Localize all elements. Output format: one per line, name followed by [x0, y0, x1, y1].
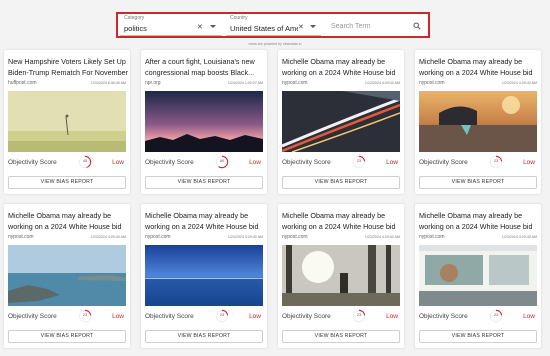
bias-level: Low: [523, 159, 535, 166]
news-date: 1/23/2024 4:29:40 AM: [364, 235, 400, 239]
search-input[interactable]: [331, 23, 411, 30]
view-bias-report-button[interactable]: VIEW BIAS REPORT: [8, 176, 126, 189]
view-bias-report-button[interactable]: VIEW BIAS REPORT: [145, 330, 263, 343]
news-card: Michelle Obama may already be working on…: [415, 50, 541, 194]
news-date: 1/24/2024 6:46:45 AM: [90, 81, 126, 85]
beach-sunset-photo: [419, 91, 537, 152]
news-date: 1/23/2024 4:29:40 AM: [501, 81, 537, 85]
category-label: Category: [124, 15, 145, 21]
news-date: 1/23/2024 4:29:40 AM: [90, 235, 126, 239]
category-select[interactable]: Category politics ✕: [120, 14, 222, 36]
score-value: 23: [493, 313, 499, 317]
bias-level: Low: [112, 159, 124, 166]
bias-level: Low: [112, 313, 124, 320]
blue-sea-photo: [145, 245, 263, 306]
news-source: nypost.com: [419, 80, 445, 86]
news-date: 1/23/2024 4:29:40 AM: [227, 235, 263, 239]
news-source: huffpost.com: [8, 80, 37, 86]
view-bias-report-button[interactable]: VIEW BIAS REPORT: [8, 330, 126, 343]
objectivity-score-label: Objectivity Score: [419, 159, 468, 166]
news-title[interactable]: Michelle Obama may already be working on…: [419, 210, 539, 232]
bias-level: Low: [249, 159, 261, 166]
news-source: nypost.com: [282, 234, 308, 240]
objectivity-score-label: Objectivity Score: [282, 313, 331, 320]
score-value: 45: [82, 159, 88, 163]
news-title[interactable]: Michelle Obama may already be working on…: [8, 210, 128, 232]
news-date: 1/23/2024 4:29:40 AM: [501, 235, 537, 239]
news-title[interactable]: Michelle Obama may already be working on…: [282, 210, 402, 232]
news-title[interactable]: Michelle Obama may already be working on…: [419, 56, 539, 78]
clear-category-icon[interactable]: ✕: [197, 23, 203, 31]
objectivity-score-label: Objectivity Score: [282, 159, 331, 166]
score-value: 23: [356, 313, 362, 317]
bias-level: Low: [386, 313, 398, 320]
filter-bar: Category politics ✕ Country United State…: [116, 12, 430, 38]
view-bias-report-button[interactable]: VIEW BIAS REPORT: [282, 176, 400, 189]
news-source: nypost.com: [145, 234, 171, 240]
news-card: Michelle Obama may already be working on…: [278, 50, 404, 194]
score-value: 23: [493, 159, 499, 163]
category-dropdown-icon[interactable]: [210, 25, 216, 28]
van-window-photo: [419, 245, 537, 306]
powered-by-text: news are powered by newsdata.io: [248, 42, 302, 46]
news-source: nypost.com: [8, 234, 34, 240]
news-title[interactable]: Michelle Obama may already be working on…: [282, 56, 402, 78]
news-title[interactable]: New Hampshire Voters Likely Set Up Biden…: [8, 56, 128, 78]
news-source: nypost.com: [419, 234, 445, 240]
objectivity-score-label: Objectivity Score: [8, 159, 57, 166]
country-label: Country: [230, 15, 248, 21]
coast-rocks-photo: [8, 245, 126, 306]
view-bias-report-button[interactable]: VIEW BIAS REPORT: [419, 176, 537, 189]
search-icon[interactable]: [413, 22, 421, 30]
news-title[interactable]: Michelle Obama may already be working on…: [145, 210, 265, 232]
view-bias-report-button[interactable]: VIEW BIAS REPORT: [419, 330, 537, 343]
news-card: Michelle Obama may already be working on…: [141, 204, 267, 348]
category-value[interactable]: politics: [124, 24, 192, 33]
clear-country-icon[interactable]: ✕: [298, 23, 304, 31]
forest-sunlight-photo: [282, 245, 400, 306]
news-date: 1/23/2024 4:29:40 AM: [364, 81, 400, 85]
objectivity-score-label: Objectivity Score: [8, 313, 57, 320]
objectivity-score-label: Objectivity Score: [145, 313, 194, 320]
score-value: 23: [82, 313, 88, 317]
search-field[interactable]: [325, 14, 425, 36]
view-bias-report-button[interactable]: VIEW BIAS REPORT: [282, 330, 400, 343]
country-dropdown-icon[interactable]: [310, 25, 316, 28]
view-bias-report-button[interactable]: VIEW BIAS REPORT: [145, 176, 263, 189]
news-card: Michelle Obama may already be working on…: [415, 204, 541, 348]
score-value: 23: [356, 159, 362, 163]
news-card: After a court fight, Louisiana's new con…: [141, 50, 267, 194]
news-card: Michelle Obama may already be working on…: [278, 204, 404, 348]
news-card: New Hampshire Voters Likely Set Up Biden…: [4, 50, 130, 194]
bias-level: Low: [523, 313, 535, 320]
news-source: nypost.com: [282, 80, 308, 86]
score-value: 60: [219, 159, 225, 163]
news-source: npr.org: [145, 80, 161, 86]
field-photo: [8, 91, 126, 152]
objectivity-score-label: Objectivity Score: [145, 159, 194, 166]
light-trails-photo: [282, 91, 400, 152]
bias-level: Low: [386, 159, 398, 166]
news-title[interactable]: After a court fight, Louisiana's new con…: [145, 56, 265, 78]
bias-level: Low: [249, 313, 261, 320]
sunset-mountains-photo: [145, 91, 263, 152]
objectivity-score-label: Objectivity Score: [419, 313, 468, 320]
country-select[interactable]: Country United States of Ame... ✕: [226, 14, 321, 36]
news-date: 1/24/2024 1:00:07 AM: [227, 81, 263, 85]
score-value: 23: [219, 313, 225, 317]
country-value[interactable]: United States of Ame...: [230, 24, 298, 33]
news-card: Michelle Obama may already be working on…: [4, 204, 130, 348]
